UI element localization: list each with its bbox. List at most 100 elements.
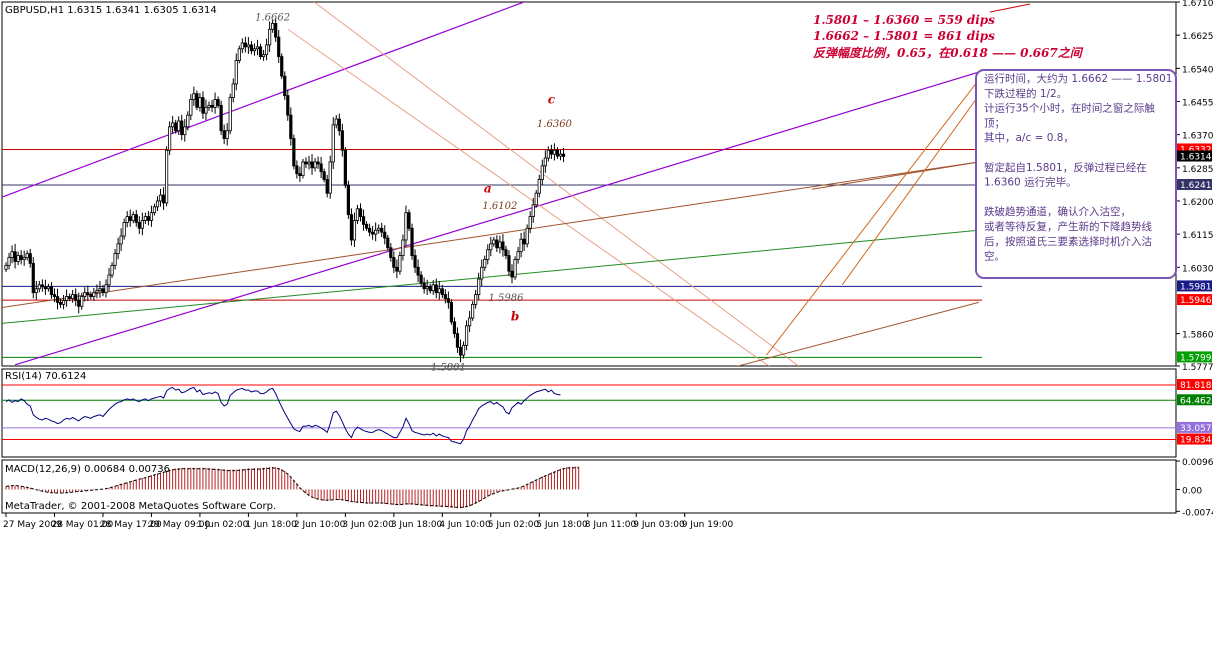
candle-body bbox=[207, 104, 211, 108]
candle bbox=[261, 49, 266, 61]
candle bbox=[383, 225, 387, 245]
candle bbox=[158, 188, 163, 207]
candle-body bbox=[68, 296, 72, 299]
candle-body bbox=[452, 321, 457, 335]
candle bbox=[301, 158, 305, 179]
candle-body bbox=[186, 114, 190, 128]
candle-body bbox=[283, 75, 287, 97]
candle bbox=[228, 93, 232, 135]
candle-body bbox=[168, 126, 172, 151]
candle bbox=[374, 222, 378, 242]
candle-body bbox=[246, 44, 250, 48]
candle-body bbox=[419, 274, 423, 284]
candle bbox=[46, 283, 51, 292]
candle-body bbox=[195, 93, 199, 108]
candle bbox=[149, 205, 154, 227]
candle-body bbox=[449, 302, 454, 323]
candle bbox=[446, 291, 450, 309]
candle-body bbox=[222, 130, 226, 139]
candle-body bbox=[4, 264, 8, 270]
candle bbox=[34, 280, 38, 300]
candle-body bbox=[264, 44, 269, 56]
candle-body bbox=[467, 317, 472, 327]
candle bbox=[222, 124, 226, 145]
candle bbox=[240, 38, 244, 54]
candle bbox=[452, 317, 457, 338]
candle-body bbox=[95, 290, 99, 294]
candle-body bbox=[34, 288, 38, 294]
candle bbox=[201, 91, 205, 119]
candle-body bbox=[261, 54, 266, 58]
candle-body bbox=[31, 262, 35, 294]
price-tick-label: 1.6710 bbox=[1182, 0, 1213, 9]
candle-body bbox=[237, 48, 241, 61]
candle-body bbox=[183, 126, 187, 136]
candle-body bbox=[122, 222, 126, 237]
candle bbox=[277, 30, 281, 63]
note-line: 空。 bbox=[984, 250, 1005, 263]
candle bbox=[501, 234, 505, 257]
time-tick-label: 5 Jun 02:00 bbox=[488, 520, 540, 530]
candle-body bbox=[346, 184, 350, 216]
candle bbox=[346, 180, 350, 219]
price-chart-svg[interactable]: 1.6662 1.6360 1.6102 1.5986 1.5801 a b c 1.6710… bbox=[0, 0, 1213, 661]
candle bbox=[92, 287, 96, 301]
headline-line-2: 1.6662 – 1.5801 = 861 dips bbox=[813, 29, 995, 43]
price-label-text: 1.5946 bbox=[1180, 296, 1212, 306]
candle-body bbox=[80, 296, 84, 307]
candle-body bbox=[446, 298, 450, 303]
candle-body bbox=[49, 286, 54, 296]
candle-body bbox=[228, 97, 232, 132]
candle-body bbox=[37, 284, 41, 290]
candle-body bbox=[361, 216, 366, 225]
candle bbox=[352, 212, 357, 248]
violet-channel-upper bbox=[2, 2, 526, 198]
candle bbox=[546, 146, 550, 162]
candle bbox=[498, 235, 502, 254]
descending-channel-lower bbox=[287, 28, 770, 366]
price-tick-label: 1.6455 bbox=[1182, 98, 1213, 108]
candle bbox=[164, 146, 169, 207]
candle-body bbox=[92, 292, 96, 297]
candle bbox=[283, 71, 287, 100]
candle bbox=[413, 249, 417, 273]
candle-body bbox=[440, 288, 444, 296]
note-line: 后，按照道氏三要素选择时机介入沽 bbox=[984, 235, 1152, 248]
candle-body bbox=[149, 212, 154, 221]
candle-body bbox=[252, 48, 257, 52]
price-label-text: 1.5799 bbox=[1180, 353, 1212, 363]
candle bbox=[125, 211, 129, 228]
candle-body bbox=[110, 264, 114, 276]
candle-body bbox=[540, 165, 544, 180]
candle-body bbox=[558, 153, 563, 157]
candle-body bbox=[225, 130, 229, 139]
time-tick-label: 1 Jun 02:00 bbox=[197, 520, 249, 530]
macd-tick-label: -0.00742 bbox=[1182, 508, 1213, 518]
candle bbox=[107, 268, 111, 292]
rsi-level-text: 81.8182 bbox=[1180, 381, 1213, 391]
candle-body bbox=[546, 149, 550, 159]
candle bbox=[122, 218, 126, 240]
candle bbox=[504, 245, 508, 260]
candle bbox=[83, 287, 87, 302]
candle-body bbox=[146, 216, 151, 221]
candle bbox=[449, 299, 454, 325]
candle bbox=[552, 143, 557, 161]
candle-body bbox=[522, 238, 526, 245]
candle-body bbox=[89, 294, 93, 297]
candle-body bbox=[271, 23, 275, 30]
candle-body bbox=[28, 253, 32, 264]
candle-body bbox=[355, 208, 360, 221]
candle-body bbox=[386, 237, 390, 249]
candle bbox=[110, 262, 114, 278]
candle bbox=[171, 115, 175, 134]
time-tick-label: 9 Jun 03:00 bbox=[633, 520, 685, 530]
candle-body bbox=[210, 104, 214, 108]
candle-body bbox=[10, 251, 14, 258]
candle bbox=[134, 209, 138, 227]
candle-body bbox=[119, 235, 123, 245]
candle-body bbox=[140, 220, 144, 229]
candle bbox=[258, 43, 263, 60]
candle bbox=[113, 248, 117, 270]
candle bbox=[55, 288, 60, 310]
